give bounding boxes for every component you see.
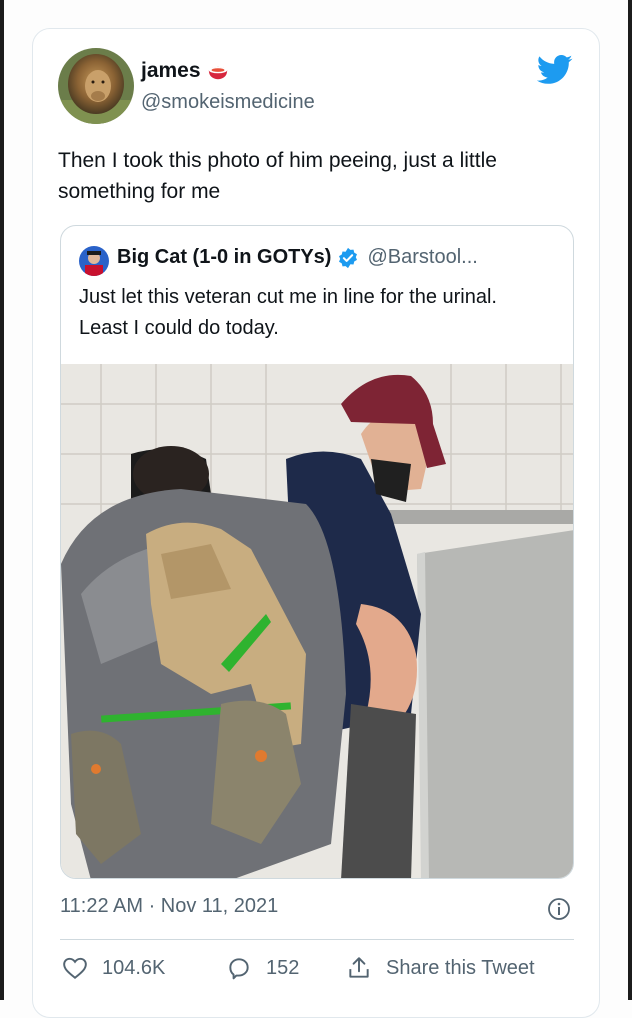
like-count: 104.6K xyxy=(102,956,166,979)
quoted-tweet[interactable]: Big Cat (1-0 in GOTYs) @Barstool... Just… xyxy=(60,225,574,879)
divider xyxy=(60,939,574,940)
quoted-display-name[interactable]: Big Cat (1-0 in GOTYs) xyxy=(117,246,331,269)
reply-button[interactable]: 152 xyxy=(226,955,299,981)
tweet-timestamp[interactable]: 11:22 AM · Nov 11, 2021 xyxy=(60,895,278,918)
quoted-avatar[interactable] xyxy=(79,246,109,276)
action-bar: 104.6K 152 Share this Tweet xyxy=(60,955,574,995)
author-display-name[interactable]: james xyxy=(141,59,201,83)
share-label: Share this Tweet xyxy=(386,956,535,979)
quoted-tweet-photo[interactable] xyxy=(61,364,574,879)
heart-icon xyxy=(63,957,87,979)
quoted-name-row[interactable]: Big Cat (1-0 in GOTYs) @Barstool... xyxy=(117,246,478,269)
info-icon[interactable] xyxy=(547,897,571,921)
share-tweet-button[interactable]: Share this Tweet xyxy=(346,955,535,981)
reply-icon xyxy=(229,958,249,980)
author-handle[interactable]: @smokeismedicine xyxy=(141,91,315,114)
author-name-row[interactable]: james xyxy=(141,59,229,83)
bowl-emoji-icon xyxy=(208,66,227,80)
share-icon xyxy=(349,957,369,978)
screen-edge-right xyxy=(628,0,632,1000)
screen-edge-left xyxy=(0,0,4,1000)
tweet-text: Then I took this photo of him peeing, ju… xyxy=(58,149,497,203)
tweet-card: james @smokeismedicine Then I took this … xyxy=(32,28,600,1018)
reply-count: 152 xyxy=(266,956,300,979)
twitter-bird-icon[interactable] xyxy=(537,55,573,85)
quoted-handle[interactable]: @Barstool... xyxy=(367,246,477,269)
quoted-tweet-text: Just let this veteran cut me in line for… xyxy=(79,286,497,339)
avatar[interactable] xyxy=(58,48,134,124)
like-button[interactable]: 104.6K xyxy=(62,955,165,981)
verified-badge-icon xyxy=(339,247,358,268)
